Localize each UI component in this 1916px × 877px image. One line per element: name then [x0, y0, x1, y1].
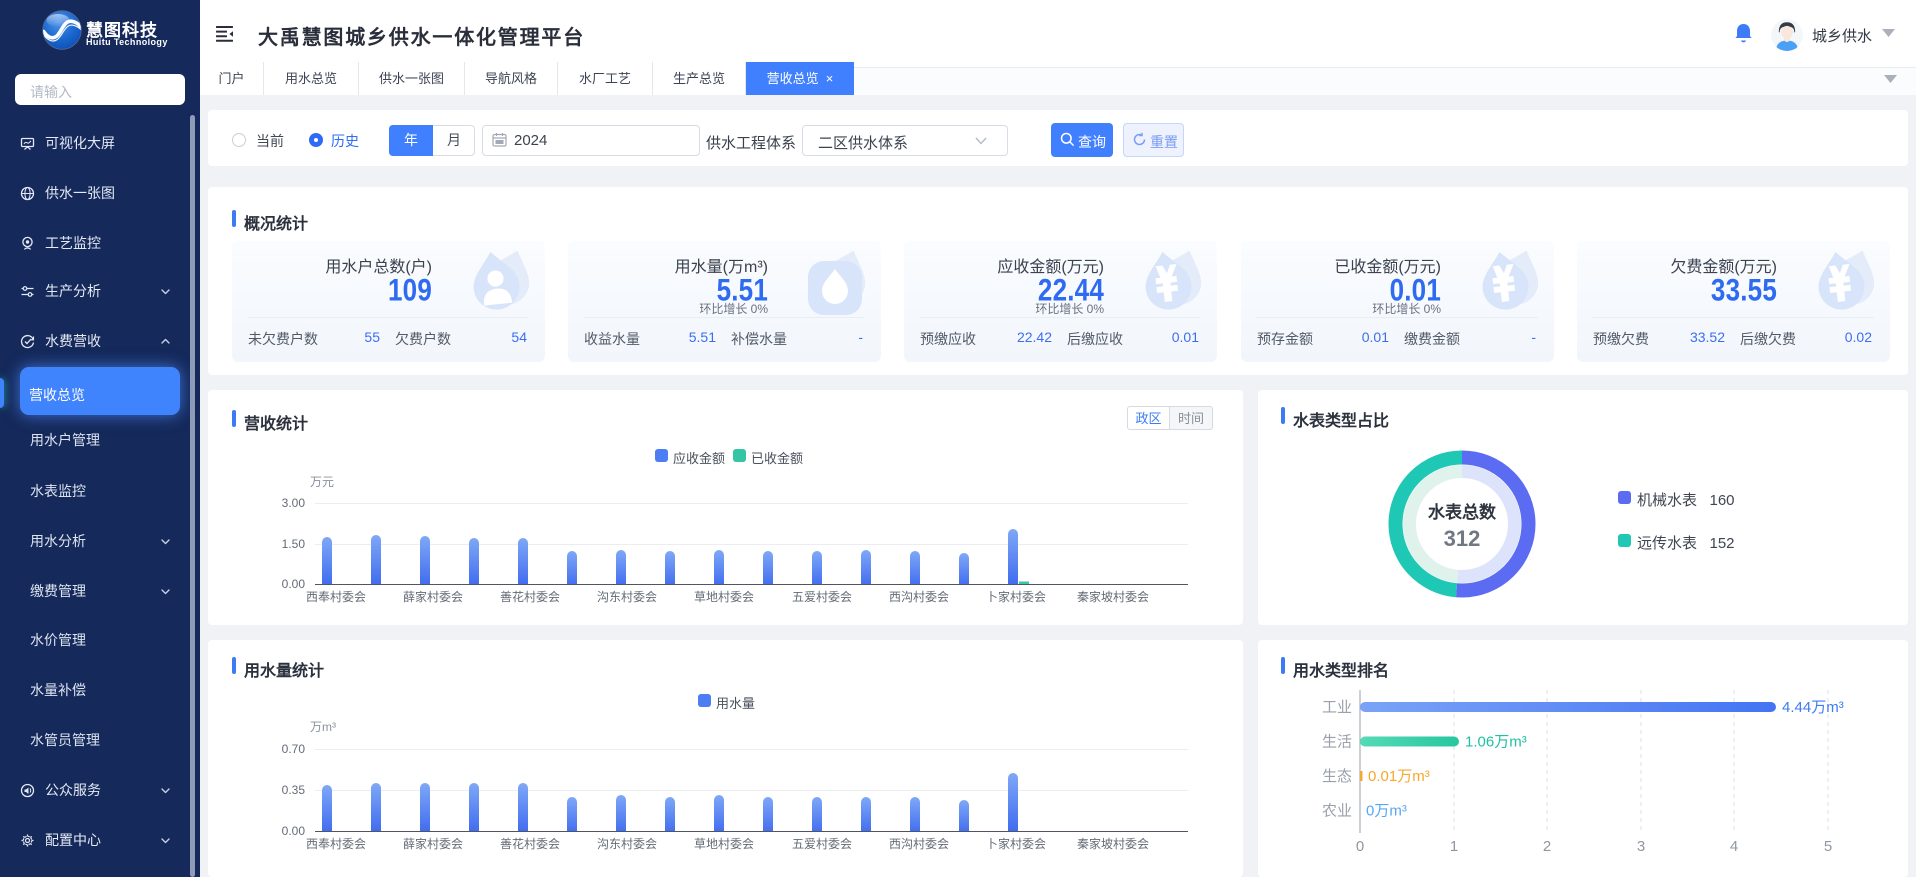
- svg-text:五爱村委会: 五爱村委会: [792, 590, 852, 604]
- svg-text:善花村委会: 善花村委会: [500, 589, 560, 604]
- svg-text:4.44万m³: 4.44万m³: [1782, 699, 1844, 716]
- svg-text:0.00: 0.00: [282, 577, 306, 591]
- svg-text:薛家村委会: 薛家村委会: [403, 836, 463, 851]
- svg-text:0.35: 0.35: [282, 783, 306, 797]
- svg-text:西沟村委会: 西沟村委会: [889, 590, 949, 604]
- svg-text:西奉村委会: 西奉村委会: [306, 837, 366, 851]
- svg-text:卜家村委会: 卜家村委会: [986, 589, 1046, 604]
- svg-text:312: 312: [1444, 526, 1481, 551]
- svg-text:3: 3: [1637, 838, 1645, 855]
- svg-text:沟东村委会: 沟东村委会: [597, 590, 657, 604]
- svg-text:西沟村委会: 西沟村委会: [889, 837, 949, 851]
- svg-text:1.50: 1.50: [282, 537, 306, 551]
- svg-text:生态: 生态: [1322, 768, 1352, 785]
- svg-text:五爱村委会: 五爱村委会: [792, 837, 852, 851]
- svg-text:3.00: 3.00: [282, 496, 306, 510]
- svg-text:0.00: 0.00: [282, 824, 306, 838]
- svg-text:生活: 生活: [1322, 734, 1352, 751]
- svg-text:秦家坡村委会: 秦家坡村委会: [1077, 836, 1149, 851]
- svg-text:0.70: 0.70: [282, 742, 306, 756]
- svg-text:工业: 工业: [1322, 699, 1352, 716]
- svg-text:0.01万m³: 0.01万m³: [1368, 768, 1430, 785]
- svg-text:0万m³: 0万m³: [1366, 803, 1407, 820]
- svg-text:善花村委会: 善花村委会: [500, 836, 560, 851]
- svg-text:水表总数: 水表总数: [1428, 502, 1497, 522]
- svg-text:卜家村委会: 卜家村委会: [986, 836, 1046, 851]
- svg-text:草地村委会: 草地村委会: [694, 590, 754, 604]
- svg-text:草地村委会: 草地村委会: [694, 837, 754, 851]
- svg-text:秦家坡村委会: 秦家坡村委会: [1077, 589, 1149, 604]
- svg-text:沟东村委会: 沟东村委会: [597, 837, 657, 851]
- svg-text:万m³: 万m³: [310, 720, 336, 734]
- svg-text:农业: 农业: [1322, 803, 1352, 820]
- svg-text:1: 1: [1450, 838, 1458, 855]
- svg-text:薛家村委会: 薛家村委会: [403, 589, 463, 604]
- svg-text:5: 5: [1824, 838, 1832, 855]
- svg-text:2: 2: [1543, 838, 1551, 855]
- svg-text:1.06万m³: 1.06万m³: [1465, 734, 1527, 751]
- svg-text:0: 0: [1356, 838, 1364, 855]
- svg-text:西奉村委会: 西奉村委会: [306, 590, 366, 604]
- svg-text:4: 4: [1730, 838, 1738, 855]
- svg-text:万元: 万元: [310, 475, 334, 489]
